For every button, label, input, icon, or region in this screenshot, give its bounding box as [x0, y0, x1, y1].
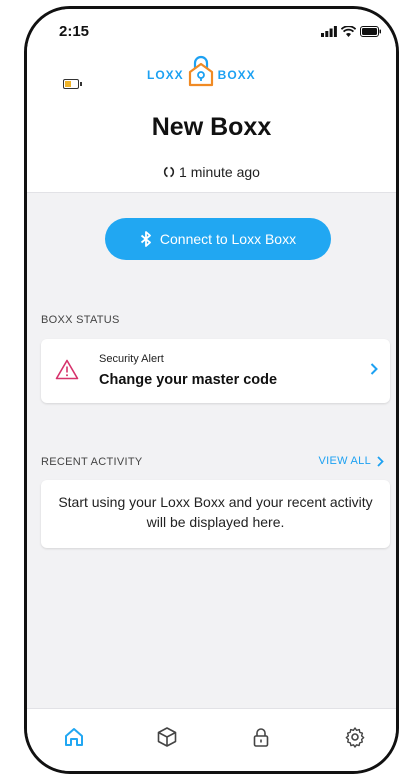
tab-lock[interactable] [247, 723, 275, 751]
gear-icon [345, 727, 365, 748]
phone-frame: 2:15 LOXX BOXX New Boxx 1 minute ago Con… [24, 6, 399, 774]
signal-icon [321, 26, 337, 37]
connect-button-label: Connect to Loxx Boxx [159, 231, 297, 247]
header: 2:15 LOXX BOXX New Boxx 1 minute ago [27, 9, 396, 193]
status-bar: 2:15 [27, 9, 396, 53]
logo-text-left: LOXX [147, 68, 184, 82]
logo-text-right: BOXX [217, 68, 256, 82]
loxx-boxx-logo: LOXX BOXX [147, 55, 256, 87]
alert-text: Change your master code [99, 372, 278, 388]
battery-status-icon [360, 26, 381, 37]
boxx-status-label: BOXX STATUS [41, 314, 120, 326]
sync-time-text: 1 minute ago [179, 164, 260, 180]
logo-house-lock-icon [188, 55, 213, 87]
security-alert-card[interactable]: Security Alert Change your master code [41, 339, 390, 403]
alert-title: Security Alert [99, 353, 164, 365]
warning-icon [55, 359, 79, 380]
tab-box[interactable] [153, 723, 181, 751]
lock-icon [253, 728, 269, 747]
home-icon [65, 728, 83, 746]
chevron-right-icon [377, 455, 384, 467]
view-all-link[interactable]: VIEW ALL [318, 455, 384, 467]
tab-settings[interactable] [341, 723, 369, 751]
sync-status: 1 minute ago [27, 164, 396, 180]
page-title: New Boxx [151, 113, 272, 141]
chevron-right-icon [370, 363, 378, 375]
box-icon [157, 727, 177, 747]
tab-home[interactable] [60, 723, 88, 751]
recent-activity-label: RECENT ACTIVITY [41, 456, 143, 468]
status-time: 2:15 [59, 23, 90, 40]
sync-icon [163, 166, 175, 178]
recent-activity-card: Start using your Loxx Boxx and your rece… [41, 480, 390, 548]
connect-button[interactable]: Connect to Loxx Boxx [105, 218, 331, 260]
activity-empty-text: Start using your Loxx Boxx and your rece… [58, 494, 373, 530]
tab-bar [27, 708, 396, 771]
view-all-label: VIEW ALL [318, 455, 371, 467]
boxx-battery-icon [63, 79, 82, 89]
wifi-icon [341, 26, 356, 37]
system-icons [321, 26, 382, 37]
bluetooth-icon [140, 231, 151, 247]
